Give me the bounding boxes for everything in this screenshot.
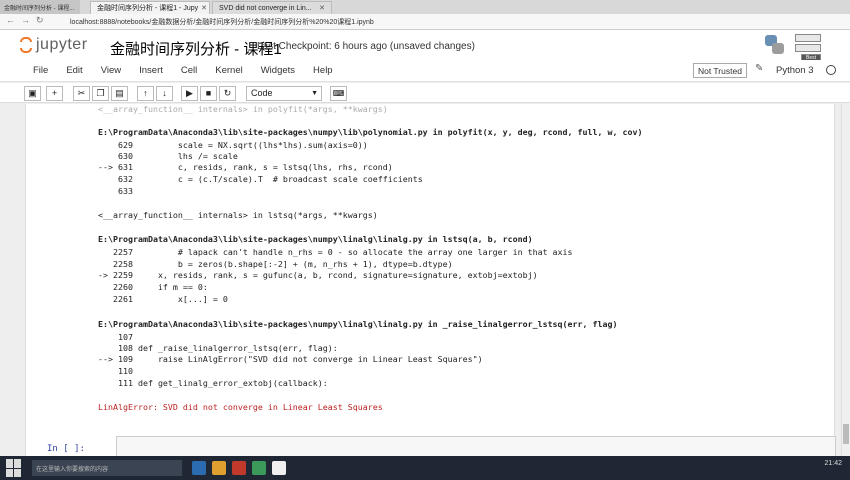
cell-type-select[interactable]: Code ▼ <box>246 86 322 101</box>
trusted-badge[interactable]: Not Trusted <box>693 63 747 78</box>
menu-widgets[interactable]: Widgets <box>261 65 295 76</box>
browser-tab-notebook[interactable]: 金融时间序列分析 - 课程1 - Jupy ✕ <box>90 1 210 14</box>
reload-icon[interactable]: ↻ <box>36 15 44 26</box>
system-tray: 21:42 <box>824 460 842 468</box>
nav-buttons: ← → ↻ <box>6 15 44 26</box>
traceback-line: --> 631 c, resids, rank, s = lstsq(lhs, … <box>98 162 393 172</box>
menu-view[interactable]: View <box>101 65 121 76</box>
browser-icon[interactable] <box>272 461 286 475</box>
logo-text: jupyter <box>36 36 88 53</box>
plus-icon[interactable]: + <box>46 86 63 101</box>
scrollbar-thumb[interactable] <box>843 424 849 444</box>
jupyter-header: jupyter 金融时间序列分析 - 课程1 Last Checkpoint: … <box>0 30 850 62</box>
menu-file[interactable]: File <box>33 65 48 76</box>
arrow-down-icon[interactable]: ↓ <box>156 86 173 101</box>
traceback-file: E:\ProgramData\Anaconda3\lib\site-packag… <box>98 234 533 244</box>
url-field[interactable]: localhost:8888/notebooks/金融数据分析/金融时间序列分析… <box>70 17 374 27</box>
traceback-line: 2258 b = zeros(b.shape[:-2] + (m, n_rhs … <box>98 259 453 269</box>
traceback-line: 2257 # lapack can't handle n_rhs = 0 - s… <box>98 247 573 257</box>
traceback-line: <__array_function__ internals> in polyfi… <box>98 104 388 114</box>
arrow-up-icon[interactable]: ↑ <box>137 86 154 101</box>
close-icon[interactable]: ✕ <box>319 4 325 12</box>
forward-icon[interactable]: → <box>21 15 30 26</box>
notebook-page: <__array_function__ internals> in polyfi… <box>25 104 836 458</box>
menubar: File Edit View Insert Cell Kernel Widget… <box>0 60 850 82</box>
traceback-file: E:\ProgramData\Anaconda3\lib\site-packag… <box>98 127 643 137</box>
jupyter-logo-icon <box>20 37 32 53</box>
python-logo-icon <box>765 35 785 55</box>
error-message: LinAlgError: SVD did not converge in Lin… <box>98 402 383 412</box>
traceback-line: 2261 x[...] = 0 <box>98 294 228 304</box>
chevron-down-icon: ▼ <box>311 90 318 97</box>
clock-time[interactable]: 21:42 <box>824 460 842 468</box>
cell-type-value: Code <box>251 88 273 98</box>
menu-insert[interactable]: Insert <box>139 65 163 76</box>
traceback-line: -> 2259 x, resids, rank, s = gufunc(a, b… <box>98 270 538 280</box>
close-icon[interactable]: ✕ <box>201 4 207 12</box>
menu-cell[interactable]: Cell <box>181 65 197 76</box>
traceback-output: <__array_function__ internals> in polyfi… <box>98 104 828 420</box>
traceback-line: 630 lhs /= scale <box>98 151 238 161</box>
keyboard-icon[interactable]: ⌨ <box>330 86 347 101</box>
back-icon[interactable]: ← <box>6 15 15 26</box>
menu-help[interactable]: Help <box>313 65 333 76</box>
app-icon[interactable] <box>192 461 206 475</box>
run-icon[interactable]: ▶ <box>181 86 198 101</box>
traceback-file: E:\ProgramData\Anaconda3\lib\site-packag… <box>98 319 618 329</box>
widget-button[interactable] <box>795 34 821 42</box>
paste-icon[interactable]: ▤ <box>111 86 128 101</box>
pencil-icon[interactable]: ✎ <box>755 63 763 74</box>
traceback-line: 632 c = (c.T/scale).T # broadcast scale … <box>98 174 423 184</box>
traceback-line: 111 def get_linalg_error_extobj(callback… <box>98 378 328 388</box>
menu-edit[interactable]: Edit <box>66 65 82 76</box>
traceback-line: 633 <box>98 186 138 196</box>
address-bar: ← → ↻ localhost:8888/notebooks/金融数据分析/金融… <box>0 14 850 30</box>
browser-tab-label: SVD did not converge in Lin... <box>219 4 312 12</box>
traceback-line: --> 109 raise LinAlgError("SVD did not c… <box>98 354 483 364</box>
menu-kernel[interactable]: Kernel <box>215 65 242 76</box>
kernel-status-icon <box>826 65 836 75</box>
traceback-line: 2260 if m == 0: <box>98 282 208 292</box>
widget-button[interactable] <box>795 44 821 52</box>
notebook-area: <__array_function__ internals> in polyfi… <box>0 104 850 458</box>
restart-icon[interactable]: ↻ <box>219 86 236 101</box>
traceback-line: 107 <box>98 332 138 342</box>
traceback-line: 110 <box>98 366 138 376</box>
toolbar: ▣ + ✂ ❐ ▤ ↑ ↓ ▶ ■ ↻ Code ▼ ⌨ <box>0 83 850 103</box>
traceback-line: 108 def _raise_linalgerror_lstsq(err, fl… <box>98 343 338 353</box>
kernel-name[interactable]: Python 3 <box>776 65 814 76</box>
browser-tabbar: 金融时间序列分析 - 课程1 - Jupy ✕ SVD did not conv… <box>90 0 850 14</box>
app-icon[interactable] <box>252 461 266 475</box>
taskbar-search[interactable]: 在这里输入你要搜索的内容 <box>32 460 182 476</box>
stop-icon[interactable]: ■ <box>200 86 217 101</box>
page-scrollbar[interactable] <box>841 104 850 456</box>
taskbar: 在这里输入你要搜索的内容 21:42 <box>0 456 850 480</box>
scissors-icon[interactable]: ✂ <box>73 86 90 101</box>
save-icon[interactable]: ▣ <box>24 86 41 101</box>
traceback-line: 629 scale = NX.sqrt((lhs*lhs).sum(axis=0… <box>98 140 368 150</box>
notebook-title[interactable]: 金融时间序列分析 - 课程1 <box>110 38 282 59</box>
code-cell-input[interactable] <box>116 436 836 458</box>
browser-tab-label: 金融时间序列分析 - 课程1 - Jupy <box>97 5 199 12</box>
menu: File Edit View Insert Cell Kernel Widget… <box>33 65 351 76</box>
jupyter-logo[interactable]: jupyter <box>20 36 88 54</box>
app-icon[interactable] <box>232 461 246 475</box>
folder-icon[interactable] <box>212 461 226 475</box>
screen: 金融时间序列分析 - 课程... 金融时间序列分析 - 课程1 - Jupy ✕… <box>0 0 850 480</box>
traceback-line: <__array_function__ internals> in lstsq(… <box>98 210 378 220</box>
taskbar-apps <box>192 461 286 475</box>
other-window-tab[interactable]: 金融时间序列分析 - 课程... <box>0 0 80 14</box>
checkpoint-status: Last Checkpoint: 6 hours ago (unsaved ch… <box>257 41 475 52</box>
browser-tab-svd[interactable]: SVD did not converge in Lin... ✕ <box>212 1 332 14</box>
copy-icon[interactable]: ❐ <box>92 86 109 101</box>
windows-start-icon[interactable] <box>6 459 24 477</box>
input-prompt: In [ ]: <box>47 444 85 454</box>
